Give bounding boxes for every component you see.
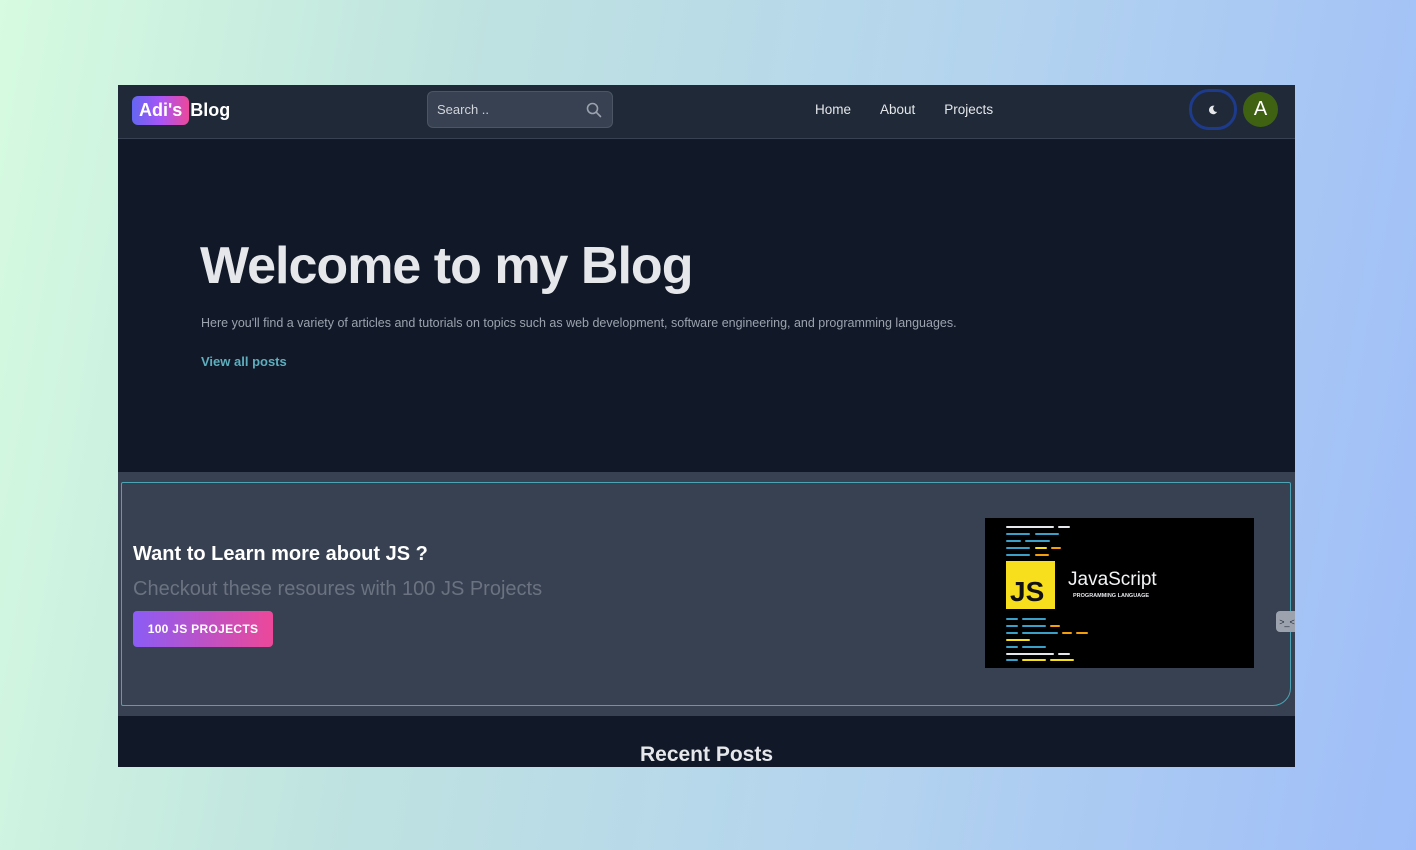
- code-line-decoration: [1025, 540, 1050, 542]
- js-projects-button[interactable]: 100 JS PROJECTS: [133, 611, 273, 647]
- logo-badge: Adi's: [132, 96, 190, 125]
- code-line-decoration: [1006, 618, 1018, 620]
- javascript-banner-image: JS JavaScript PROGRAMMING LANGUAGE: [985, 518, 1254, 668]
- search-input[interactable]: [428, 92, 578, 127]
- code-line-decoration: [1022, 632, 1058, 634]
- code-line-decoration: [1022, 646, 1046, 648]
- code-line-decoration: [1062, 632, 1072, 634]
- view-all-posts-link[interactable]: View all posts: [201, 354, 287, 369]
- search-box: [427, 91, 613, 128]
- code-line-decoration: [1006, 540, 1021, 542]
- browser-viewport: Adi's Blog Home About Projects A Welcome…: [118, 85, 1295, 767]
- moon-icon: [1209, 105, 1218, 114]
- code-line-decoration: [1050, 659, 1074, 661]
- code-line-decoration: [1006, 659, 1018, 661]
- promo-heading: Want to Learn more about JS ?: [133, 543, 428, 565]
- logo-text: Blog: [190, 100, 231, 120]
- code-line-decoration: [1035, 547, 1047, 549]
- promo-subheading: Checkout these resoures with 100 JS Proj…: [133, 578, 543, 600]
- search-icon[interactable]: [586, 102, 602, 118]
- code-line-decoration: [1050, 625, 1060, 627]
- terminal-icon[interactable]: >_<: [1276, 611, 1295, 632]
- navbar: Adi's Blog Home About Projects A: [118, 85, 1295, 139]
- js-logo: JS: [1006, 561, 1055, 609]
- code-line-decoration: [1022, 659, 1046, 661]
- promo-section: Want to Learn more about JS ? Checkout t…: [118, 472, 1295, 716]
- hero-title: Welcome to my Blog: [200, 237, 693, 295]
- code-line-decoration: [1006, 526, 1054, 528]
- js-logo-text: JS: [1010, 576, 1045, 607]
- code-line-decoration: [1035, 554, 1049, 556]
- code-line-decoration: [1006, 632, 1018, 634]
- nav-home[interactable]: Home: [815, 102, 851, 117]
- code-line-decoration: [1006, 646, 1018, 648]
- theme-toggle-button[interactable]: [1189, 89, 1237, 130]
- code-line-decoration: [1006, 533, 1030, 535]
- avatar[interactable]: A: [1243, 92, 1278, 127]
- code-line-decoration: [1035, 533, 1059, 535]
- code-line-decoration: [1058, 653, 1070, 655]
- code-line-decoration: [1006, 547, 1030, 549]
- nav-about[interactable]: About: [880, 102, 915, 117]
- nav-projects[interactable]: Projects: [944, 102, 993, 117]
- banner-subtitle: PROGRAMMING LANGUAGE: [1073, 593, 1150, 599]
- code-line-decoration: [1006, 653, 1054, 655]
- hero-section: Welcome to my Blog Here you'll find a va…: [118, 140, 1295, 472]
- code-line-decoration: [1006, 625, 1018, 627]
- code-line-decoration: [1076, 632, 1088, 634]
- promo-card: Want to Learn more about JS ? Checkout t…: [121, 482, 1295, 706]
- code-line-decoration: [1058, 526, 1070, 528]
- code-line-decoration: [1022, 618, 1046, 620]
- recent-posts-title: Recent Posts: [639, 743, 774, 766]
- hero-description: Here you'll find a variety of articles a…: [201, 316, 957, 330]
- code-line-decoration: [1006, 639, 1030, 641]
- banner-title: JavaScript: [1068, 569, 1157, 590]
- code-line-decoration: [1051, 547, 1061, 549]
- code-line-decoration: [1022, 625, 1046, 627]
- main-nav: Home About Projects: [815, 102, 1022, 117]
- site-logo[interactable]: Adi's Blog: [132, 96, 230, 125]
- code-line-decoration: [1006, 554, 1030, 556]
